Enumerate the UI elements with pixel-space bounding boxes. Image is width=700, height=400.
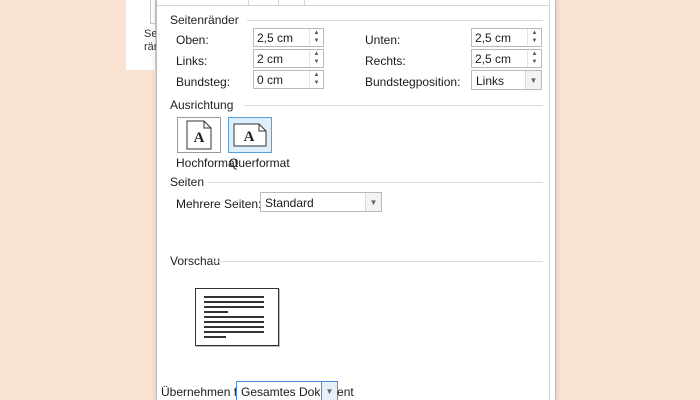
top-margin-arrows: ▲ ▼ [309,29,323,46]
landscape-label[interactable]: Querformat [229,156,290,170]
spin-down-icon[interactable]: ▼ [310,79,323,87]
pages-separator [207,182,543,183]
landscape-button[interactable]: A [228,117,272,153]
gutter-label: Bundsteg: [176,75,231,89]
preview-line [204,306,264,308]
preview-line [204,296,264,298]
bottom-margin-value[interactable]: 2,5 cm [475,31,511,45]
landscape-page-icon: A [233,123,267,147]
left-margin-spinner[interactable]: 2 cm ▲ ▼ [253,49,324,68]
chevron-down-icon[interactable]: ▼ [525,71,541,89]
orientation-section-title: Ausrichtung [170,98,234,112]
bottom-margin-spinner[interactable]: 2,5 cm ▲ ▼ [471,28,542,47]
preview-line [204,316,264,318]
preview-line [204,301,264,303]
multiple-pages-label: Mehrere Seiten: [176,197,262,211]
preview-line [204,326,264,328]
orientation-separator [244,105,543,106]
gutter-arrows: ▲ ▼ [309,71,323,88]
landscape-icon-letter: A [244,129,255,145]
top-margin-spinner[interactable]: 2,5 cm ▲ ▼ [253,28,324,47]
margins-separator [247,20,543,21]
page-setup-dialog: Seitenränder Oben: 2,5 cm ▲ ▼ Unten: 2,5… [156,0,556,400]
gutter-position-select[interactable]: Links ▼ [471,70,542,90]
multiple-pages-value: Standard [265,196,314,210]
left-margin-value[interactable]: 2 cm [257,52,283,66]
spin-down-icon[interactable]: ▼ [310,58,323,66]
page-preview [195,288,279,346]
spin-down-icon[interactable]: ▼ [528,37,541,45]
gutter-position-value: Links [476,74,505,88]
bottom-margin-arrows: ▲ ▼ [527,29,541,46]
spin-up-icon[interactable]: ▲ [528,29,541,37]
chevron-down-icon[interactable]: ▼ [365,193,381,211]
spin-up-icon[interactable]: ▲ [310,71,323,79]
preview-separator [212,261,543,262]
multiple-pages-select[interactable]: Standard ▼ [260,192,382,212]
top-margin-value[interactable]: 2,5 cm [257,31,293,45]
portrait-icon-letter: A [194,130,205,146]
tab-paper[interactable] [249,0,279,6]
right-margin-arrows: ▲ ▼ [527,50,541,67]
tab-margins[interactable] [157,0,249,6]
pages-section-title: Seiten [170,175,205,189]
spin-up-icon[interactable]: ▲ [310,29,323,37]
right-margin-label: Rechts: [365,54,406,68]
tab-strip [157,0,549,6]
apply-to-select[interactable]: Gesamtes Dokument ▼ [236,381,354,400]
bottom-margin-label: Unten: [365,33,401,47]
gutter-position-label: Bundstegposition: [365,75,461,89]
tab-strip-rest [305,0,549,6]
portrait-button[interactable]: A [177,117,221,153]
spin-up-icon[interactable]: ▲ [528,50,541,58]
background-document: Se rän [126,0,158,70]
margins-section-title: Seitenränder [170,13,239,27]
portrait-page-icon: A [186,120,212,150]
top-margin-label: Oben: [176,33,209,47]
preview-line [204,331,264,333]
gutter-value[interactable]: 0 cm [257,73,283,87]
chevron-down-icon[interactable]: ▼ [321,382,337,400]
preview-line [204,311,228,313]
right-margin-spinner[interactable]: 2,5 cm ▲ ▼ [471,49,542,68]
dialog-inner-border [549,0,550,400]
gutter-spinner[interactable]: 0 cm ▲ ▼ [253,70,324,89]
left-margin-label: Links: [176,54,208,68]
right-margin-value[interactable]: 2,5 cm [475,52,511,66]
left-margin-arrows: ▲ ▼ [309,50,323,67]
spin-down-icon[interactable]: ▼ [528,58,541,66]
tab-layout[interactable] [279,0,305,6]
spin-down-icon[interactable]: ▼ [310,37,323,45]
preview-line [204,321,264,323]
preview-line [204,336,226,338]
spin-up-icon[interactable]: ▲ [310,50,323,58]
